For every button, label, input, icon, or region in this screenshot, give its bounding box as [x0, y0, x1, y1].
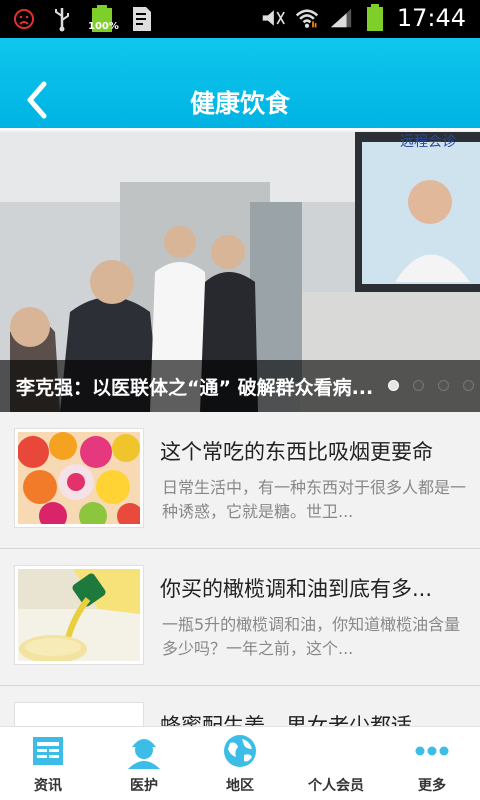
tab-label: 地区: [226, 778, 254, 794]
banner-carousel[interactable]: 远程会诊 李克强：以医联体之“通” 破解群众看病...: [0, 132, 480, 412]
article-thumbnail: [14, 702, 144, 726]
tab-label: 个人会员: [308, 778, 364, 794]
article-item[interactable]: 你买的橄榄调和油到底有多... 一瓶5升的橄榄调和油，你知道橄榄油含量多少吗？一…: [0, 549, 480, 686]
member-icon: [318, 733, 354, 769]
article-thumbnail: [14, 428, 144, 528]
signal-icon: [329, 5, 353, 31]
battery-icon: [363, 4, 387, 31]
nurse-icon: [126, 733, 162, 769]
article-item[interactable]: 蜂蜜配生姜，男女老少都适: [0, 686, 480, 726]
page-title: 健康饮食: [189, 89, 290, 118]
carousel-dot[interactable]: [413, 380, 424, 391]
tab-member[interactable]: 个人会员: [288, 727, 384, 800]
sad-face-icon: [12, 6, 36, 32]
tab-news[interactable]: 资讯: [0, 727, 96, 800]
wall-sign-text: 远程会诊: [400, 134, 456, 150]
tab-label: 更多: [418, 778, 446, 794]
status-bar: 100% 17:44: [0, 0, 480, 38]
battery-percent: 100%: [88, 21, 119, 32]
globe-icon: [222, 733, 258, 769]
mute-icon: [261, 5, 285, 31]
document-icon: [130, 6, 154, 32]
article-title: 这个常吃的东西比吸烟更要命: [160, 440, 433, 464]
article-summary: 日常生活中，有一种东西对于很多人都是一种诱惑，它就是糖。世卫...: [162, 478, 467, 521]
carousel-dot[interactable]: [463, 380, 474, 391]
battery-full-icon: 100%: [88, 5, 119, 32]
more-dots-icon: [414, 733, 450, 769]
banner-caption-bar: 李克强：以医联体之“通” 破解群众看病...: [0, 360, 480, 412]
bottom-tab-bar: 资讯 医护 地区 个人会员 更多: [0, 726, 480, 800]
tab-medical[interactable]: 医护: [96, 727, 192, 800]
article-item[interactable]: 这个常吃的东西比吸烟更要命 日常生活中，有一种东西对于很多人都是一种诱惑，它就是…: [0, 412, 480, 549]
tab-label: 资讯: [34, 778, 62, 794]
banner-caption[interactable]: 李克强：以医联体之“通” 破解群众看病...: [16, 373, 376, 400]
carousel-dot[interactable]: [438, 380, 449, 391]
app-header: 健康饮食: [0, 38, 480, 130]
tab-region[interactable]: 地区: [192, 727, 288, 800]
newspaper-icon: [30, 733, 66, 769]
clock: 17:44: [396, 4, 466, 32]
tab-more[interactable]: 更多: [384, 727, 480, 800]
article-summary: 一瓶5升的橄榄调和油，你知道橄榄油含量多少吗？一年之前，这个...: [162, 615, 461, 658]
wifi-icon: [295, 5, 319, 31]
article-title: 蜂蜜配生姜，男女老少都适: [160, 714, 412, 726]
usb-icon: [50, 6, 74, 32]
article-thumbnail: [14, 565, 144, 665]
carousel-indicator: [388, 380, 474, 391]
tab-label: 医护: [130, 778, 158, 794]
article-title: 你买的橄榄调和油到底有多...: [160, 577, 433, 601]
article-list: 这个常吃的东西比吸烟更要命 日常生活中，有一种东西对于很多人都是一种诱惑，它就是…: [0, 412, 480, 726]
carousel-dot[interactable]: [388, 380, 399, 391]
